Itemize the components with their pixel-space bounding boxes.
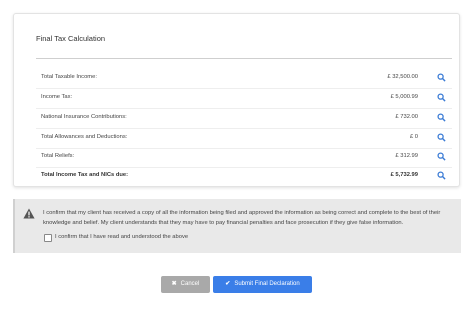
row-amount: £ 5,000.99 [390,94,418,100]
row-amount: £ 312.99 [395,153,418,159]
submit-button-label: Submit Final Declaration [234,281,300,287]
row-allowances-deductions: Total Allowances and Deductions: £ 0 [36,128,452,148]
row-label: National Insurance Contributions: [41,114,127,120]
check-icon: ✔ [225,281,231,287]
title-divider [36,58,452,59]
row-income-tax: Income Tax: £ 5,000.99 [36,88,452,108]
row-amount: £ 32,500.00 [387,74,418,80]
declaration-panel: I confirm that my client has received a … [13,199,461,253]
row-label: Total Allowances and Deductions: [41,134,128,140]
warning-icon [23,208,35,219]
cancel-button[interactable]: ✖ Cancel [161,276,210,293]
row-amount: £ 5,732.99 [390,172,418,178]
close-icon: ✖ [171,281,177,287]
row-label: Income Tax: [41,94,73,100]
row-label: Total Reliefs: [41,153,75,159]
search-icon[interactable] [437,152,446,161]
row-label: Total Taxable Income: [41,74,97,80]
confirm-checkbox[interactable] [44,234,52,242]
tax-calculation-card: Final Tax Calculation Total Taxable Inco… [13,13,460,187]
row-amount: £ 0 [409,134,418,140]
declaration-text: I confirm that my client has received a … [43,210,441,226]
search-icon[interactable] [437,73,446,82]
submit-final-declaration-button[interactable]: ✔ Submit Final Declaration [213,276,312,293]
search-icon[interactable] [437,113,446,122]
confirm-checkbox-label[interactable]: I confirm that I have read and understoo… [55,234,188,240]
row-national-insurance: National Insurance Contributions: £ 732.… [36,108,452,128]
search-icon[interactable] [437,171,446,180]
row-label: Total Income Tax and NICs due: [41,172,129,178]
row-total-taxable-income: Total Taxable Income: £ 32,500.00 [36,68,452,88]
card-title: Final Tax Calculation [36,34,106,43]
row-total-due: Total Income Tax and NICs due: £ 5,732.9… [36,166,452,186]
row-total-reliefs: Total Reliefs: £ 312.99 [36,147,452,167]
search-icon[interactable] [437,93,446,102]
search-icon[interactable] [437,133,446,142]
row-amount: £ 732.00 [395,114,418,120]
cancel-button-label: Cancel [180,281,200,287]
